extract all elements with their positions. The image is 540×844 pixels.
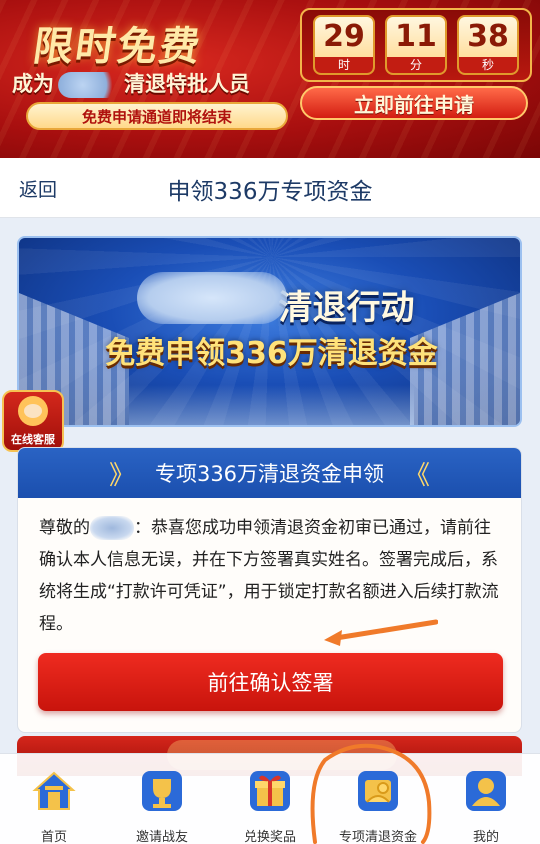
tab-home[interactable]: 首页 bbox=[0, 754, 108, 844]
card-title: 专项336万清退资金申领 bbox=[154, 462, 385, 486]
promo-banner[interactable]: 限时免费 成为 清退特批人员 免费申请通道即将结束 29 时 11 分 38 秒 … bbox=[0, 0, 540, 158]
application-card: 》 专项336万清退资金申领 《 尊敬的 ：恭喜您成功申领清退资金初审已通过，请前… bbox=[17, 447, 522, 733]
chevron-left-icon: 《 bbox=[404, 460, 431, 491]
tab-mine-label: 我的 bbox=[472, 830, 499, 844]
countdown-seconds-unit: 秒 bbox=[459, 57, 517, 73]
nav-header: 返回 申领336万专项资金 bbox=[0, 158, 540, 218]
card-header: 》 专项336万清退资金申领 《 bbox=[18, 448, 521, 498]
countdown-minutes-value: 11 bbox=[395, 19, 437, 54]
hero-subheadline: 免费申领336万清退资金 bbox=[105, 336, 438, 371]
tab-redeem-label: 兑换奖品 bbox=[243, 830, 296, 844]
promo-subtitle-suffix: 清退特批人员 bbox=[124, 72, 250, 96]
chevron-right-icon: 》 bbox=[108, 460, 135, 491]
countdown-timer: 29 时 11 分 38 秒 bbox=[300, 8, 532, 82]
hero-banner: 清退行动 免费申领336万清退资金 bbox=[17, 236, 522, 427]
hero-skyline bbox=[129, 385, 414, 425]
online-service-label: 在线客服 bbox=[11, 433, 55, 446]
hero-headline-text: 清退行动 bbox=[278, 288, 415, 328]
countdown-hours-value: 29 bbox=[323, 19, 365, 54]
redacted-username-blur bbox=[90, 516, 134, 540]
countdown-minutes: 11 分 bbox=[385, 15, 447, 75]
countdown-seconds: 38 秒 bbox=[457, 15, 519, 75]
promo-title: 限时免费 bbox=[30, 24, 205, 70]
countdown-hours: 29 时 bbox=[313, 15, 375, 75]
tab-invite-label: 邀请战友 bbox=[135, 830, 188, 844]
confirm-sign-button[interactable]: 前往确认签署 bbox=[38, 653, 503, 711]
home-icon bbox=[31, 768, 77, 814]
countdown-minutes-unit: 分 bbox=[387, 57, 445, 73]
apply-now-button[interactable]: 立即前往申请 bbox=[300, 86, 528, 120]
headset-agent-icon bbox=[18, 396, 48, 426]
redacted-name-blur bbox=[58, 72, 120, 98]
tab-special-fund[interactable]: 专项清退资金 bbox=[324, 754, 432, 844]
promo-subtitle-prefix: 成为 bbox=[12, 72, 54, 96]
redacted-blur bbox=[137, 272, 287, 324]
promo-pill: 免费申请通道即将结束 bbox=[26, 102, 288, 130]
tab-mine[interactable]: 我的 bbox=[432, 754, 540, 844]
annotation-arrow-icon bbox=[324, 619, 438, 646]
countdown-seconds-value: 38 bbox=[467, 19, 509, 54]
countdown-hours-unit: 时 bbox=[315, 57, 373, 73]
trophy-icon bbox=[139, 768, 185, 814]
tab-home-label: 首页 bbox=[40, 830, 67, 844]
fund-icon bbox=[355, 768, 401, 814]
bottom-tab-bar: 首页 邀请战友 兑换奖品 专项清退资金 我的 bbox=[0, 753, 540, 844]
online-service-button[interactable]: 在线客服 bbox=[2, 390, 64, 452]
tab-invite[interactable]: 邀请战友 bbox=[108, 754, 216, 844]
promo-subtitle: 成为 清退特批人员 bbox=[12, 68, 250, 98]
greeting-text: 尊敬的 bbox=[39, 518, 90, 538]
user-icon bbox=[463, 768, 509, 814]
tab-special-fund-label: 专项清退资金 bbox=[338, 830, 417, 844]
page-title: 申领336万专项资金 bbox=[167, 179, 373, 205]
tab-redeem[interactable]: 兑换奖品 bbox=[216, 754, 324, 844]
gift-icon bbox=[247, 768, 293, 814]
